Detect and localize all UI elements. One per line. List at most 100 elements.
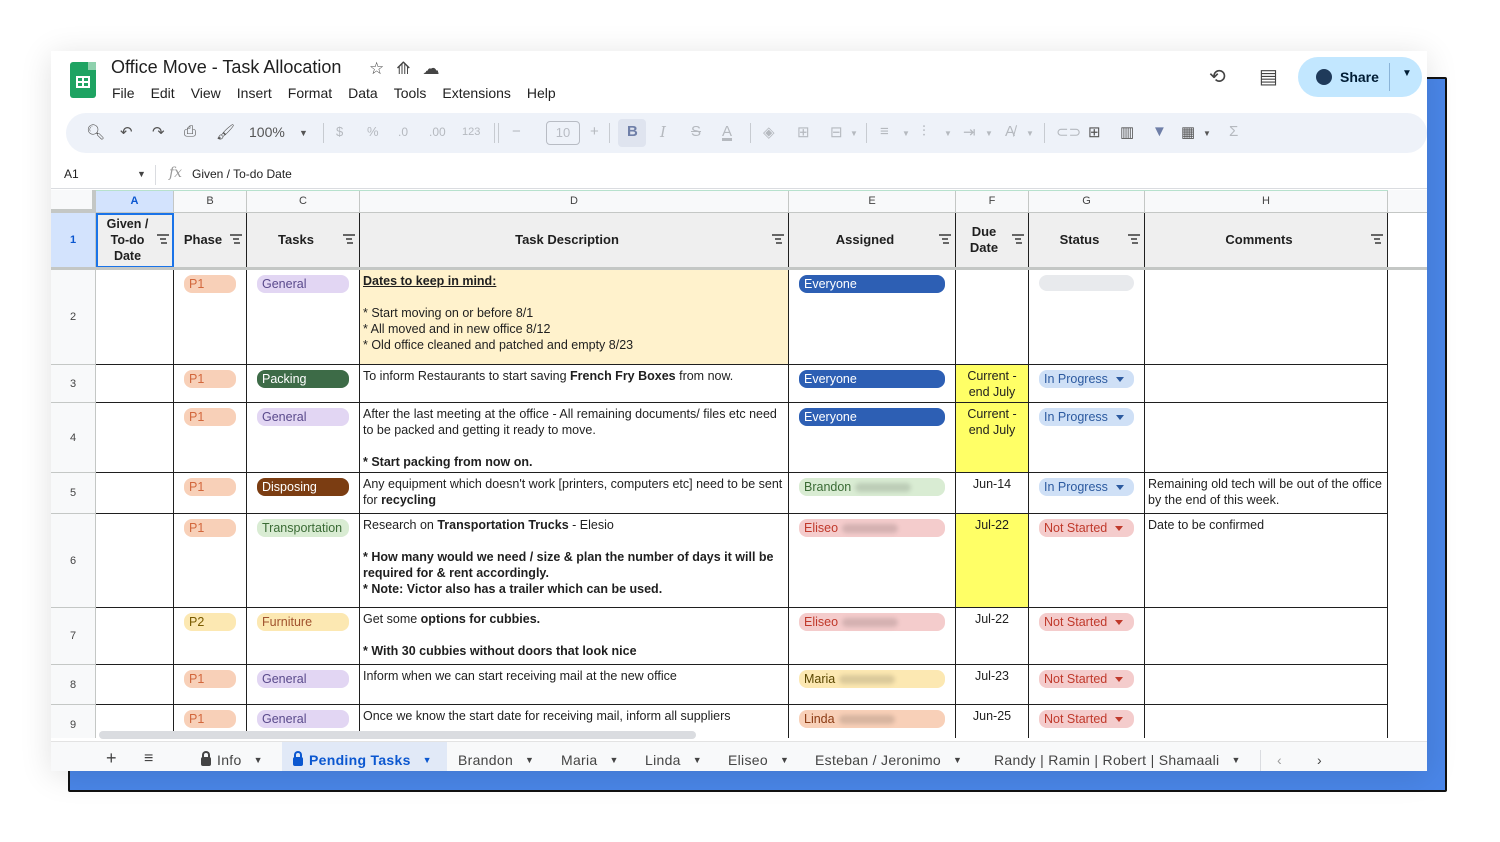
header-due-date[interactable]: Due Date xyxy=(956,213,1029,268)
decrease-font-size-icon[interactable]: − xyxy=(512,123,521,140)
all-sheets-icon[interactable]: ≡ xyxy=(144,750,154,768)
more-formats-button[interactable]: 123 xyxy=(462,126,480,138)
phase-chip[interactable]: P1 xyxy=(184,275,236,293)
header-comments[interactable]: Comments xyxy=(1145,213,1388,268)
cell-g9[interactable]: Not Started xyxy=(1029,705,1145,738)
status-chip-empty[interactable] xyxy=(1039,275,1134,291)
merge-caret-icon[interactable]: ▼ xyxy=(850,129,858,138)
add-sheet-icon[interactable]: + xyxy=(106,748,117,769)
cell-f2[interactable] xyxy=(956,270,1029,365)
task-chip[interactable]: Packing xyxy=(257,370,349,388)
filter-views-icon[interactable]: ▦ xyxy=(1181,123,1195,141)
currency-format-button[interactable]: $ xyxy=(336,124,343,139)
cell-e2[interactable]: Everyone xyxy=(789,270,956,365)
version-history-icon[interactable]: ⟲ xyxy=(1209,64,1226,89)
cell-h3[interactable] xyxy=(1145,365,1388,403)
move-to-drive-icon[interactable]: ⟰ xyxy=(396,59,410,79)
cell-f3[interactable]: Current - end July xyxy=(956,365,1029,403)
task-chip[interactable]: General xyxy=(257,670,349,688)
name-box[interactable]: A1 xyxy=(64,167,79,181)
assignee-chip[interactable]: Brandon xyxy=(799,478,945,496)
menu-edit[interactable]: Edit xyxy=(151,85,175,101)
zoom-select[interactable]: 100% xyxy=(249,124,285,140)
cell-g5[interactable]: In Progress xyxy=(1029,473,1145,514)
undo-icon[interactable]: ↶ xyxy=(120,123,133,141)
row-header-9[interactable]: 9 xyxy=(51,705,96,738)
name-box-caret-icon[interactable]: ▼ xyxy=(137,169,146,179)
cell-g2[interactable] xyxy=(1029,270,1145,365)
row-header-7[interactable]: 7 xyxy=(51,608,96,665)
horizontal-scrollbar[interactable] xyxy=(99,731,696,739)
increase-decimal-button[interactable]: .00 xyxy=(429,125,446,139)
assignee-chip[interactable]: Eliseo xyxy=(799,613,945,631)
cell-c4[interactable]: General xyxy=(247,403,360,473)
formula-input[interactable]: Given / To-do Date xyxy=(192,167,292,181)
phase-chip[interactable]: P1 xyxy=(184,670,236,688)
cloud-status-icon[interactable]: ☁ xyxy=(423,59,440,79)
assignee-chip[interactable]: Everyone xyxy=(799,408,945,426)
sheet-tab-info[interactable]: Info ▼ xyxy=(201,751,263,768)
column-header-d[interactable]: D xyxy=(360,190,789,213)
tab-caret-icon[interactable]: ▼ xyxy=(525,755,534,765)
row-header-1[interactable]: 1 xyxy=(51,213,96,268)
cell-g6[interactable]: Not Started xyxy=(1029,514,1145,608)
cell-h7[interactable] xyxy=(1145,608,1388,665)
cell-a2[interactable] xyxy=(96,270,174,365)
insert-comment-icon[interactable]: ⊞ xyxy=(1088,123,1101,141)
vertical-align-icon[interactable]: ⫶ xyxy=(922,123,926,140)
cell-a5[interactable] xyxy=(96,473,174,514)
filter-icon[interactable] xyxy=(1128,234,1140,244)
cell-d4[interactable]: After the last meeting at the office - A… xyxy=(360,403,789,473)
cell-b2[interactable]: P1 xyxy=(174,270,247,365)
redo-icon[interactable]: ↷ xyxy=(152,123,165,141)
percent-format-button[interactable]: % xyxy=(367,124,379,139)
menu-file[interactable]: File xyxy=(112,85,135,101)
tab-caret-icon[interactable]: ▼ xyxy=(953,755,962,765)
cell-c7[interactable]: Furniture xyxy=(247,608,360,665)
tab-caret-icon[interactable]: ▼ xyxy=(1231,755,1240,765)
header-tasks[interactable]: Tasks xyxy=(247,213,360,268)
filter-views-caret-icon[interactable]: ▼ xyxy=(1203,129,1211,138)
tab-caret-icon[interactable]: ▼ xyxy=(693,755,702,765)
sheet-tab-randy-ramin-robert-shamaali[interactable]: Randy | Ramin | Robert | Shamaali ▼ xyxy=(994,752,1241,768)
menu-data[interactable]: Data xyxy=(348,85,378,101)
scroll-tabs-left-icon[interactable]: ‹ xyxy=(1277,752,1282,768)
wrap-caret-icon[interactable]: ▼ xyxy=(985,129,993,138)
row-header-6[interactable]: 6 xyxy=(51,514,96,608)
fill-color-icon[interactable]: ◈ xyxy=(763,123,775,141)
tab-caret-icon[interactable]: ▼ xyxy=(780,755,789,765)
sheet-tab-esteban-jeronimo[interactable]: Esteban / Jeronimo ▼ xyxy=(815,752,962,768)
task-chip[interactable]: General xyxy=(257,408,349,426)
cell-e4[interactable]: Everyone xyxy=(789,403,956,473)
header-status[interactable]: Status xyxy=(1029,213,1145,268)
status-dropdown[interactable]: In Progress xyxy=(1039,478,1134,496)
status-dropdown[interactable]: Not Started xyxy=(1039,613,1134,631)
strikethrough-icon[interactable]: S xyxy=(691,123,701,140)
sheet-tab-linda[interactable]: Linda ▼ xyxy=(645,752,702,768)
phase-chip[interactable]: P1 xyxy=(184,478,236,496)
column-header-b[interactable]: B xyxy=(174,190,247,213)
assignee-chip[interactable]: Everyone xyxy=(799,275,945,293)
decrease-decimal-button[interactable]: .0 xyxy=(398,125,408,139)
cell-a6[interactable] xyxy=(96,514,174,608)
cell-b6[interactable]: P1 xyxy=(174,514,247,608)
cell-g8[interactable]: Not Started xyxy=(1029,665,1145,705)
phase-chip[interactable]: P1 xyxy=(184,370,236,388)
cell-h4[interactable] xyxy=(1145,403,1388,473)
zoom-caret-icon[interactable]: ▼ xyxy=(299,128,308,138)
menu-insert[interactable]: Insert xyxy=(237,85,272,101)
cell-c6[interactable]: Transportation xyxy=(247,514,360,608)
cell-c3[interactable]: Packing xyxy=(247,365,360,403)
insert-link-icon[interactable]: ⊂⊃ xyxy=(1056,123,1081,141)
cell-e7[interactable]: Eliseo xyxy=(789,608,956,665)
cell-c5[interactable]: Disposing xyxy=(247,473,360,514)
filter-icon[interactable] xyxy=(1371,234,1383,244)
document-title[interactable]: Office Move - Task Allocation xyxy=(111,57,341,78)
cell-f5[interactable]: Jun-14 xyxy=(956,473,1029,514)
column-header-e[interactable]: E xyxy=(789,190,956,213)
select-all-corner[interactable] xyxy=(51,190,96,213)
assignee-chip[interactable]: Eliseo xyxy=(799,519,945,537)
create-filter-icon[interactable]: ▼ xyxy=(1152,123,1167,140)
row-header-8[interactable]: 8 xyxy=(51,665,96,705)
cell-b8[interactable]: P1 xyxy=(174,665,247,705)
